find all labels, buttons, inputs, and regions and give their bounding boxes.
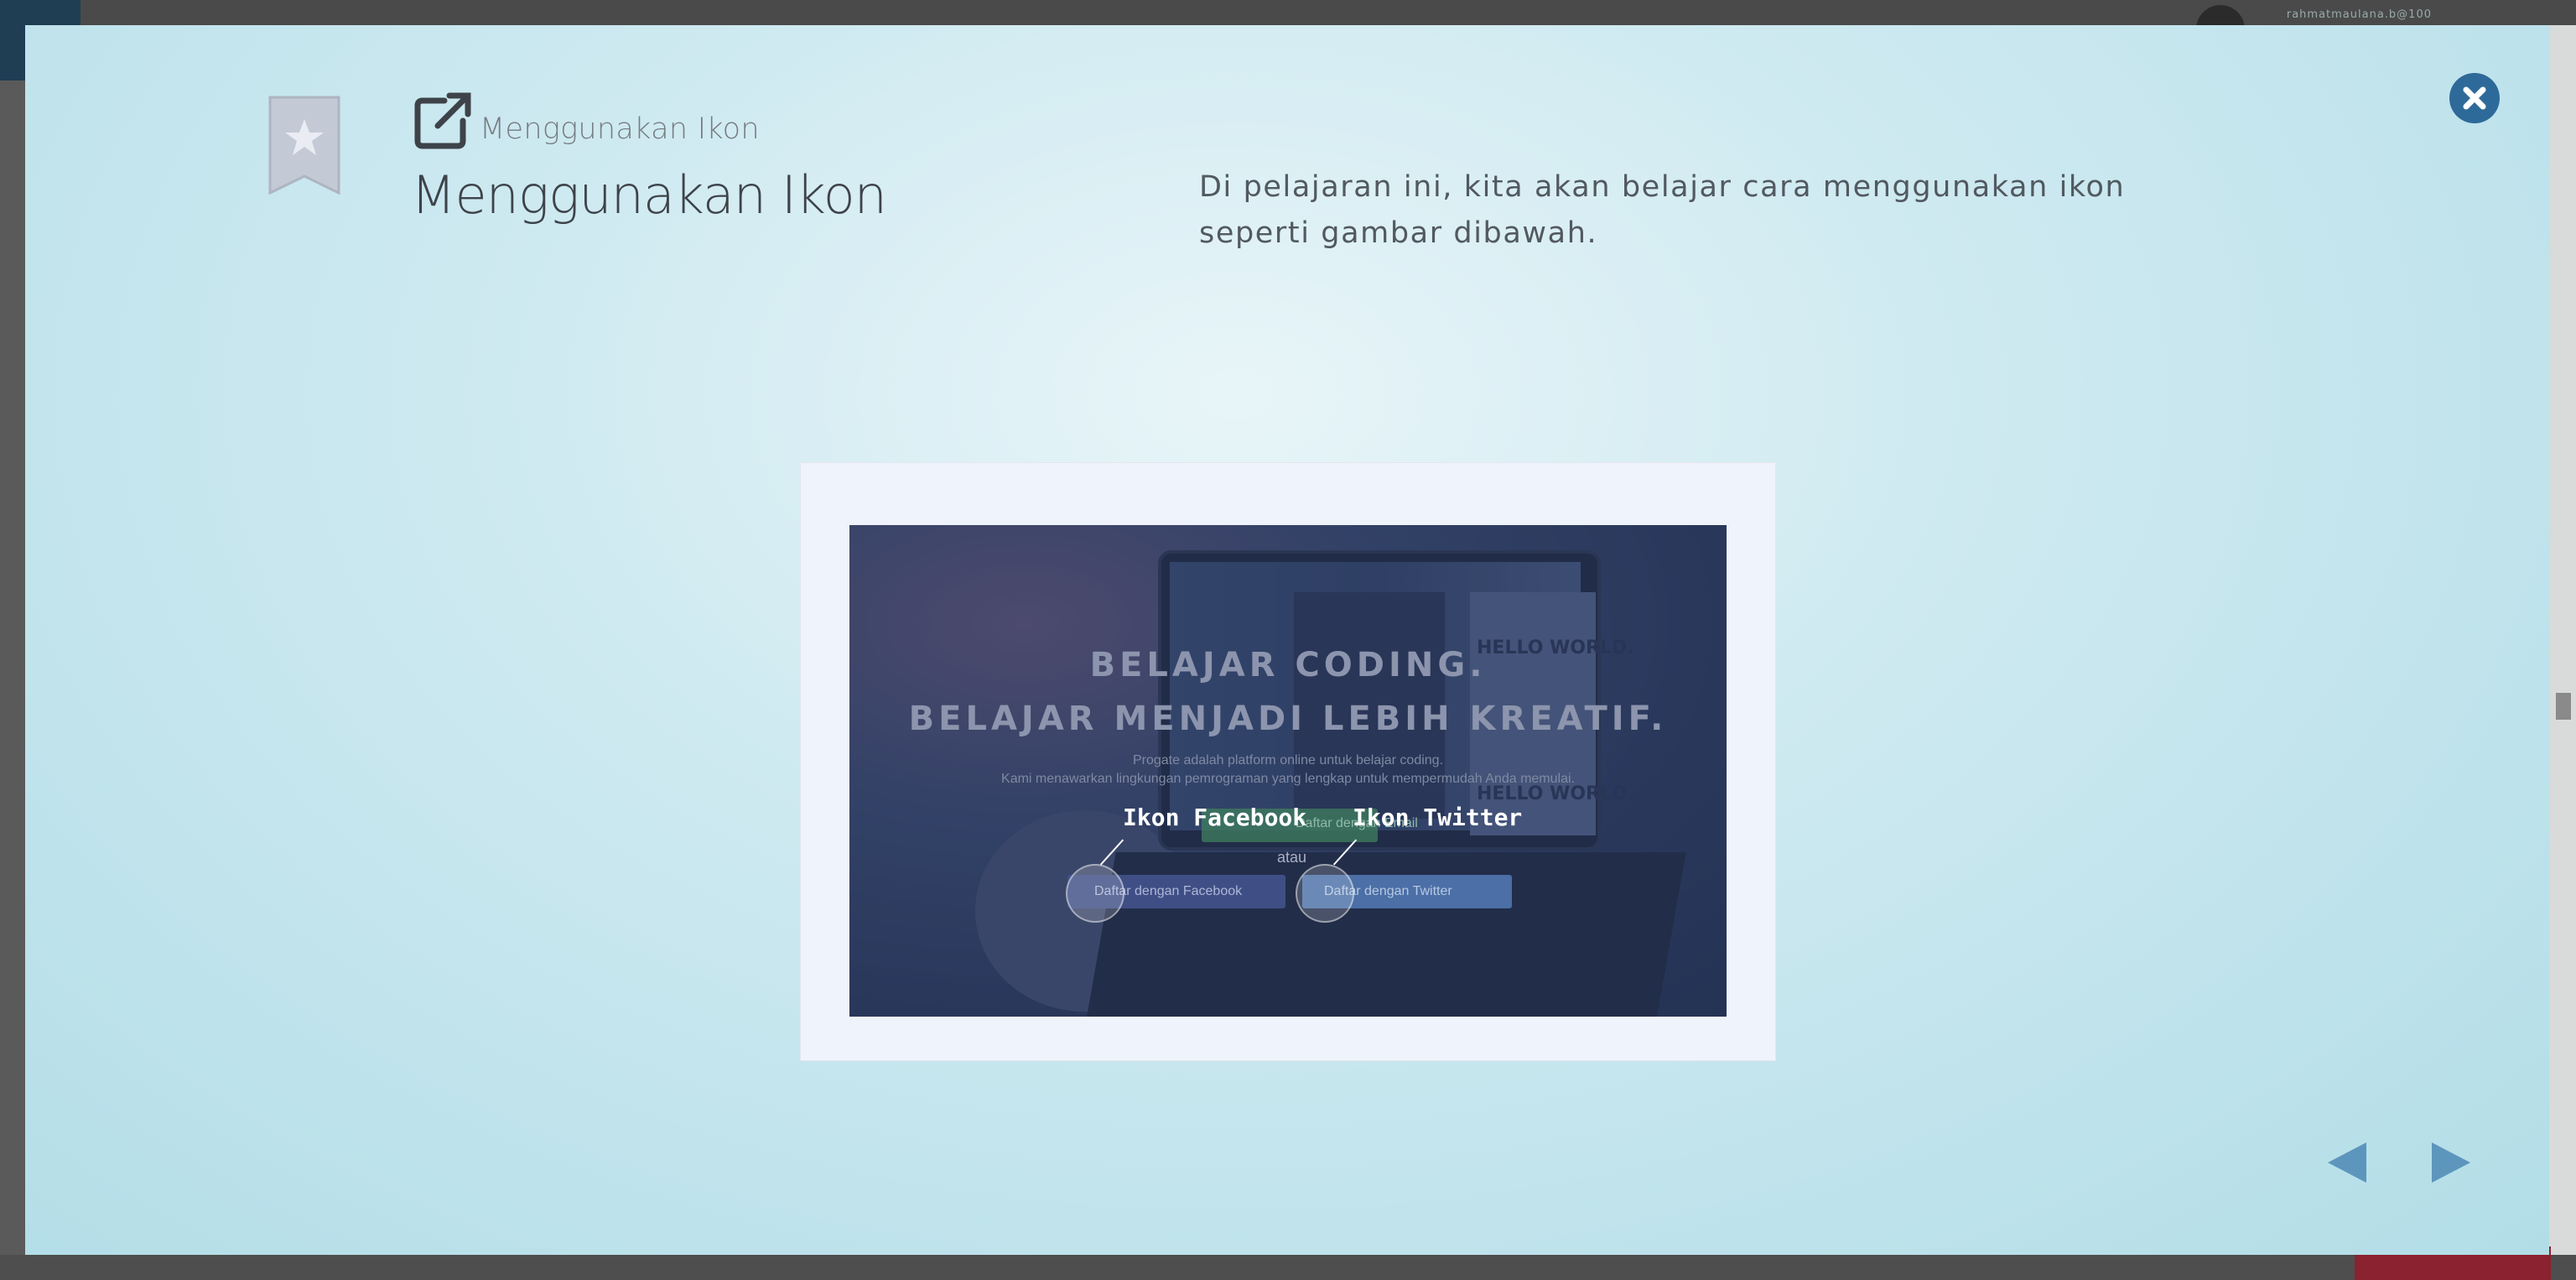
breadcrumb: Menggunakan Ikon [480, 112, 760, 146]
background-scroll-thumb [2556, 693, 2571, 720]
lesson-screenshot: HELLO WORLD. HELLO WORLD. BELAJAR CODING… [849, 525, 1727, 1017]
screenshot-subtext: Kami menawarkan lingkungan pemrograman y… [1001, 772, 1575, 786]
background-bottombar [0, 1255, 2576, 1280]
screenshot-headline: BELAJAR CODING. [1089, 646, 1487, 684]
star-bookmark-icon[interactable] [268, 96, 340, 195]
facebook-icon-highlight [1066, 864, 1124, 923]
triangle-right-icon[interactable] [2430, 1139, 2474, 1186]
page-title: Menggunakan Ikon [411, 164, 887, 226]
lesson-modal: Menggunakan Ikon Menggunakan Ikon Di pel… [25, 25, 2549, 1255]
screenshot-subtext: Progate adalah platform online untuk bel… [1132, 753, 1444, 767]
image-card: HELLO WORLD. HELLO WORLD. BELAJAR CODING… [800, 462, 1776, 1061]
external-link-icon [414, 92, 471, 149]
twitter-icon-highlight [1296, 864, 1354, 923]
callout-facebook: Ikon Facebook [1123, 804, 1307, 831]
background-topbar [0, 0, 2576, 25]
background-username: rahmatmaulana.b@100 [2286, 8, 2432, 21]
screenshot-or-text: atau [1277, 849, 1307, 866]
close-icon[interactable] [2449, 72, 2501, 124]
triangle-left-icon[interactable] [2324, 1139, 2368, 1186]
screenshot-headline: BELAJAR MENJADI LEBIH KREATIF. [908, 700, 1668, 738]
background-scrollbar [2549, 25, 2576, 1280]
lesson-description: Di pelajaran ini, kita akan belajar cara… [1199, 170, 2126, 250]
callout-twitter: Ikon Twitter [1353, 804, 1523, 831]
